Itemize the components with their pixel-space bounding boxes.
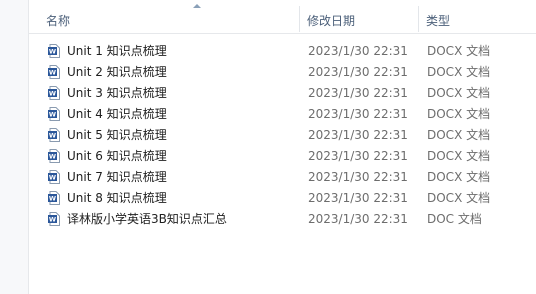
- file-name: Unit 1 知识点梳理: [67, 44, 167, 58]
- file-type: DOCX 文档: [427, 86, 491, 100]
- svg-text:W: W: [49, 153, 56, 161]
- file-modified-date: 2023/1/30 22:31: [308, 170, 408, 184]
- file-row[interactable]: W Unit 7 知识点梳理 2023/1/30 22:31 DOCX 文档: [28, 167, 536, 188]
- file-name: Unit 6 知识点梳理: [67, 149, 167, 163]
- word-document-icon: W: [48, 191, 60, 205]
- svg-text:W: W: [49, 216, 56, 224]
- word-document-icon: W: [48, 212, 60, 226]
- column-divider[interactable]: [418, 6, 419, 32]
- file-type: DOCX 文档: [427, 149, 491, 163]
- file-row[interactable]: W 译林版小学英语3B知识点汇总 2023/1/30 22:31 DOC 文档: [28, 209, 536, 230]
- file-type: DOCX 文档: [427, 170, 491, 184]
- sort-ascending-icon: [193, 4, 201, 8]
- file-modified-date: 2023/1/30 22:31: [308, 107, 408, 121]
- word-document-icon: W: [48, 107, 60, 121]
- file-name: Unit 3 知识点梳理: [67, 86, 167, 100]
- svg-text:W: W: [49, 132, 56, 140]
- file-modified-date: 2023/1/30 22:31: [308, 212, 408, 226]
- word-document-icon: W: [48, 86, 60, 100]
- column-header-name[interactable]: 名称: [46, 13, 70, 29]
- column-header-type[interactable]: 类型: [426, 13, 450, 29]
- file-list: W Unit 1 知识点梳理 2023/1/30 22:31 DOCX 文档 W…: [28, 41, 536, 230]
- file-name: Unit 7 知识点梳理: [67, 170, 167, 184]
- svg-text:W: W: [49, 90, 56, 98]
- svg-text:W: W: [49, 195, 56, 203]
- file-modified-date: 2023/1/30 22:31: [308, 191, 408, 205]
- file-modified-date: 2023/1/30 22:31: [308, 44, 408, 58]
- file-type: DOCX 文档: [427, 128, 491, 142]
- file-modified-date: 2023/1/30 22:31: [308, 128, 408, 142]
- file-modified-date: 2023/1/30 22:31: [308, 65, 408, 79]
- file-type: DOCX 文档: [427, 44, 491, 58]
- word-document-icon: W: [48, 44, 60, 58]
- svg-text:W: W: [49, 174, 56, 182]
- word-document-icon: W: [48, 149, 60, 163]
- navigation-pane-edge: [0, 0, 29, 294]
- file-row[interactable]: W Unit 2 知识点梳理 2023/1/30 22:31 DOCX 文档: [28, 62, 536, 83]
- file-row[interactable]: W Unit 3 知识点梳理 2023/1/30 22:31 DOCX 文档: [28, 83, 536, 104]
- column-divider[interactable]: [299, 6, 300, 32]
- file-row[interactable]: W Unit 1 知识点梳理 2023/1/30 22:31 DOCX 文档: [28, 41, 536, 62]
- file-type: DOCX 文档: [427, 107, 491, 121]
- file-type: DOCX 文档: [427, 191, 491, 205]
- word-document-icon: W: [48, 65, 60, 79]
- column-header-date[interactable]: 修改日期: [307, 13, 355, 29]
- file-name: Unit 8 知识点梳理: [67, 191, 167, 205]
- file-name: Unit 4 知识点梳理: [67, 107, 167, 121]
- file-name: 译林版小学英语3B知识点汇总: [67, 212, 227, 226]
- file-modified-date: 2023/1/30 22:31: [308, 86, 408, 100]
- svg-text:W: W: [49, 69, 56, 77]
- file-row[interactable]: W Unit 5 知识点梳理 2023/1/30 22:31 DOCX 文档: [28, 125, 536, 146]
- svg-text:W: W: [49, 48, 56, 56]
- file-row[interactable]: W Unit 4 知识点梳理 2023/1/30 22:31 DOCX 文档: [28, 104, 536, 125]
- file-type: DOC 文档: [427, 212, 482, 226]
- file-type: DOCX 文档: [427, 65, 491, 79]
- column-header-bar: 名称 修改日期 类型: [28, 0, 536, 34]
- svg-text:W: W: [49, 111, 56, 119]
- file-name: Unit 2 知识点梳理: [67, 65, 167, 79]
- file-name: Unit 5 知识点梳理: [67, 128, 167, 142]
- file-row[interactable]: W Unit 8 知识点梳理 2023/1/30 22:31 DOCX 文档: [28, 188, 536, 209]
- word-document-icon: W: [48, 128, 60, 142]
- word-document-icon: W: [48, 170, 60, 184]
- file-modified-date: 2023/1/30 22:31: [308, 149, 408, 163]
- file-row[interactable]: W Unit 6 知识点梳理 2023/1/30 22:31 DOCX 文档: [28, 146, 536, 167]
